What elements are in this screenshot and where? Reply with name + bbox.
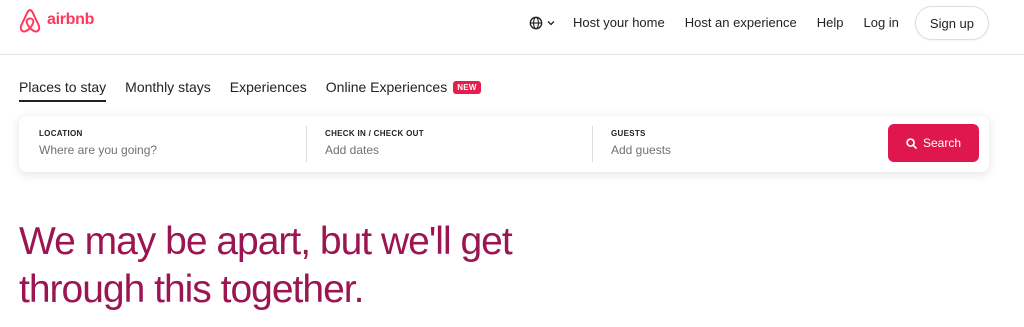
header-nav: Host your home Host an experience Help L… [521, 6, 989, 40]
search-button-label: Search [922, 136, 962, 150]
hero-line-1: We may be apart, but we'll get [19, 220, 513, 263]
hero-heading: We may be apart, but we'll get through t… [19, 218, 579, 314]
guests-field[interactable]: GUESTS Add guests [591, 116, 876, 172]
airbnb-logo[interactable]: airbnb [18, 8, 94, 34]
airbnb-logo-icon [19, 9, 41, 33]
dates-label: CHECK IN / CHECK OUT [325, 129, 424, 138]
globe-icon [529, 16, 543, 30]
location-label: LOCATION [39, 129, 83, 138]
search-category-tabs: Places to stay Monthly stays Experiences… [19, 79, 500, 102]
tab-monthly-stays[interactable]: Monthly stays [125, 79, 211, 100]
search-bar: LOCATION CHECK IN / CHECK OUT Add dates … [19, 116, 989, 172]
help-link[interactable]: Help [807, 6, 854, 40]
location-field[interactable]: LOCATION [19, 116, 306, 172]
tab-experiences[interactable]: Experiences [230, 79, 307, 100]
logo-text: airbnb [47, 11, 95, 28]
search-button[interactable]: Search [888, 124, 979, 162]
host-an-experience-link[interactable]: Host an experience [675, 6, 807, 40]
guests-value: Add guests [611, 143, 672, 157]
dates-field[interactable]: CHECK IN / CHECK OUT Add dates [305, 116, 592, 172]
chevron-down-icon [547, 21, 555, 26]
host-your-home-link[interactable]: Host your home [563, 6, 675, 40]
tab-places-to-stay[interactable]: Places to stay [19, 79, 107, 102]
sign-up-button[interactable]: Sign up [914, 6, 989, 40]
top-header: airbnb Host your home Host an experience… [0, 0, 1024, 55]
guests-label: GUESTS [611, 129, 646, 138]
location-input[interactable] [39, 143, 279, 157]
tab-online-experiences-label: Online Experiences [325, 79, 448, 95]
dates-value: Add dates [325, 143, 380, 157]
tab-online-experiences[interactable]: Online Experiences NEW [326, 79, 481, 100]
new-badge: NEW [453, 81, 481, 94]
hero-line-2: through this together. [19, 268, 364, 311]
language-button[interactable] [521, 6, 563, 40]
log-in-link[interactable]: Log in [853, 6, 908, 40]
search-icon [906, 137, 917, 149]
